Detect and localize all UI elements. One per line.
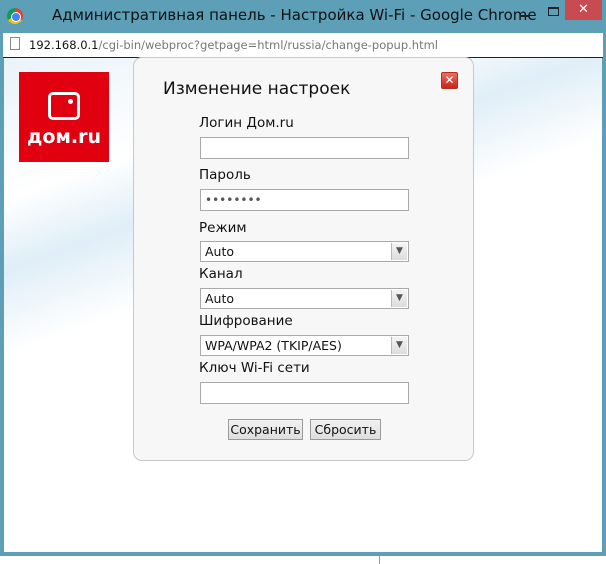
minimize-button[interactable] [520, 15, 529, 17]
encryption-value: WPA/WPA2 (TKIP/AES) [205, 338, 342, 353]
maximize-button[interactable] [548, 7, 559, 16]
chevron-down-icon: ▼ [391, 290, 407, 307]
window-title: Административная панель - Настройка Wi-F… [52, 6, 537, 24]
mode-value: Auto [205, 244, 235, 259]
chrome-icon [7, 8, 23, 24]
password-input[interactable]: •••••••• [200, 189, 409, 211]
tv-icon [48, 92, 80, 120]
logo-text: дом.ru [26, 126, 102, 148]
password-label: Пароль [199, 167, 251, 183]
url[interactable]: 192.168.0.1/cgi-bin/webproc?getpage=html… [29, 38, 438, 52]
channel-value: Auto [205, 291, 235, 306]
chevron-down-icon: ▼ [391, 337, 407, 354]
dom-ru-logo: дом.ru [19, 72, 109, 162]
wifi-key-label: Ключ Wi-Fi сети [199, 360, 310, 376]
mode-select[interactable]: Auto ▼ [200, 241, 409, 262]
reset-button[interactable]: Сбросить [310, 419, 381, 440]
login-input[interactable] [200, 137, 409, 159]
close-icon[interactable]: ✕ [441, 72, 458, 89]
address-bar[interactable]: 192.168.0.1/cgi-bin/webproc?getpage=html… [3, 33, 603, 58]
mode-label: Режим [199, 220, 247, 236]
chevron-down-icon: ▼ [391, 243, 407, 260]
title-bar: Административная панель - Настройка Wi-F… [0, 0, 606, 33]
wifi-key-input[interactable] [200, 382, 409, 404]
channel-select[interactable]: Auto ▼ [200, 288, 409, 309]
background-window [0, 556, 606, 564]
login-label: Логин Дом.ru [199, 115, 294, 131]
url-path: /cgi-bin/webproc?getpage=html/russia/cha… [98, 38, 439, 52]
settings-dialog: Изменение настроек ✕ Логин Дом.ru Пароль… [133, 57, 474, 461]
dialog-title: Изменение настроек [163, 79, 351, 99]
divider [379, 556, 380, 564]
encryption-select[interactable]: WPA/WPA2 (TKIP/AES) ▼ [200, 335, 409, 356]
url-host: 192.168.0.1 [29, 38, 99, 52]
page-icon [10, 37, 20, 50]
channel-label: Канал [199, 266, 243, 282]
save-button[interactable]: Сохранить [228, 419, 303, 440]
window-close-button[interactable]: ✕ [565, 0, 602, 20]
encryption-label: Шифрование [199, 313, 293, 329]
